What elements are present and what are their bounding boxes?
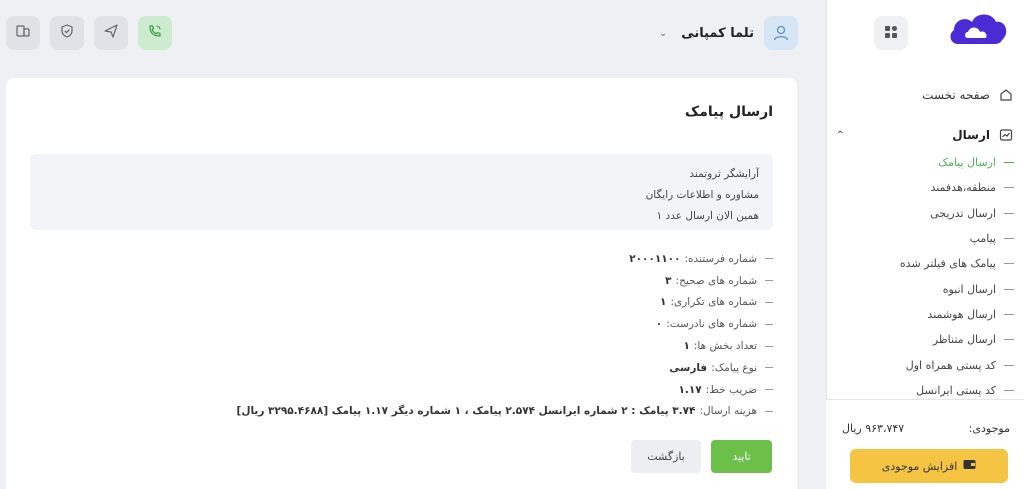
detail-row: شماره های تکراری: ۱	[53, 292, 773, 314]
wallet-icon	[963, 459, 976, 473]
balance-value: ۹۶۳،۷۴۷ ریال	[842, 422, 905, 435]
sidebar-item-label: ارسال	[952, 128, 990, 142]
submenu-item-postal-irancell[interactable]: کد پستی ایرانسل	[836, 378, 1016, 398]
confirm-button[interactable]: تایید	[711, 440, 772, 473]
detail-row: هزینه ارسال: ۳.۷۴ پیامک : ۲ شماره ایرانسل…	[53, 401, 773, 423]
grid-menu-button[interactable]	[874, 16, 908, 50]
submenu-item-peer[interactable]: ارسال متناظر	[836, 327, 1016, 352]
call-button[interactable]	[138, 16, 172, 50]
chart-icon	[998, 127, 1014, 143]
message-line: مشاوره و اطلاعات رایگان	[645, 189, 759, 201]
send-submenu: ارسال پیامک منطقه،هدفمند ارسال تدریجی پی…	[836, 150, 1016, 398]
submenu-item-bulk[interactable]: ارسال انبوه	[836, 276, 1016, 301]
chevron-down-icon[interactable]: ⌄	[659, 28, 667, 39]
shield-icon	[59, 23, 75, 43]
avatar	[764, 16, 798, 50]
detail-row: نوع پیامک: فارسی	[53, 357, 773, 379]
submenu-item-filtered[interactable]: پیامک های فیلتر شده	[836, 251, 1016, 276]
submenu-item-payamp[interactable]: پیامپ	[836, 226, 1016, 251]
sidebar-item-home[interactable]: صفحه نخست	[834, 82, 1014, 108]
security-button[interactable]	[50, 16, 84, 50]
home-icon	[998, 87, 1014, 103]
chevron-up-icon[interactable]: ⌃	[836, 130, 844, 141]
message-preview: آرایشگر ثروتمند مشاوره و اطلاعات رایگان …	[30, 154, 773, 230]
document-icon	[15, 23, 31, 43]
send-icon	[103, 23, 119, 43]
top-actions	[6, 16, 172, 50]
send-sms-card: ارسال پیامک آرایشگر ثروتمند مشاوره و اطل…	[6, 78, 797, 489]
message-line: همین الان ارسال عدد ۱	[656, 210, 759, 222]
detail-row: شماره های صحیح: ۳	[53, 270, 773, 292]
sidebar-item-label: صفحه نخست	[922, 88, 990, 102]
detail-row: تعداد بخش ها: ۱	[53, 335, 773, 357]
page-title: ارسال پیامک	[684, 104, 773, 120]
submenu-item-postal-mci[interactable]: کد پستی همراه اول	[836, 352, 1016, 377]
topup-button[interactable]: افزایش موجودی	[850, 449, 1008, 483]
submenu-item-send-sms[interactable]: ارسال پیامک	[836, 150, 1016, 175]
detail-row: ضریب خط: ۱.۱۷	[53, 379, 773, 401]
submenu-item-smart[interactable]: ارسال هوشمند	[836, 302, 1016, 327]
submenu-item-gradual[interactable]: ارسال تدریجی	[836, 201, 1016, 226]
detail-row: شماره های نادرست: ۰	[53, 313, 773, 335]
user-menu[interactable]: تلما کمپانی ⌄	[659, 16, 798, 50]
submenu-item-region[interactable]: منطقه،هدفمند	[836, 175, 1016, 200]
sidebar-item-send[interactable]: ارسال ⌃	[834, 122, 1014, 148]
balance-panel: موجودی: ۹۶۳،۷۴۷ ریال افزایش موجودی	[826, 399, 1024, 489]
user-name: تلما کمپانی	[681, 25, 754, 41]
detail-row: شماره فرستنده: ۲۰۰۰۱۱۰۰	[53, 248, 773, 270]
balance-label: موجودی:	[968, 422, 1010, 435]
send-details: شماره فرستنده: ۲۰۰۰۱۱۰۰ شماره های صحیح: ۳ …	[53, 248, 773, 422]
grid-icon	[884, 24, 898, 43]
sidebar: صفحه نخست ارسال ⌃ ارسال پیامک منطقه،هدفم…	[826, 0, 1024, 489]
message-line: آرایشگر ثروتمند	[689, 168, 759, 180]
document-button[interactable]	[6, 16, 40, 50]
topup-label: افزایش موجودی	[881, 459, 958, 473]
back-button[interactable]: بازگشت	[631, 440, 701, 473]
phone-icon	[147, 23, 163, 43]
send-button[interactable]	[94, 16, 128, 50]
cloud-logo[interactable]	[946, 8, 1010, 52]
